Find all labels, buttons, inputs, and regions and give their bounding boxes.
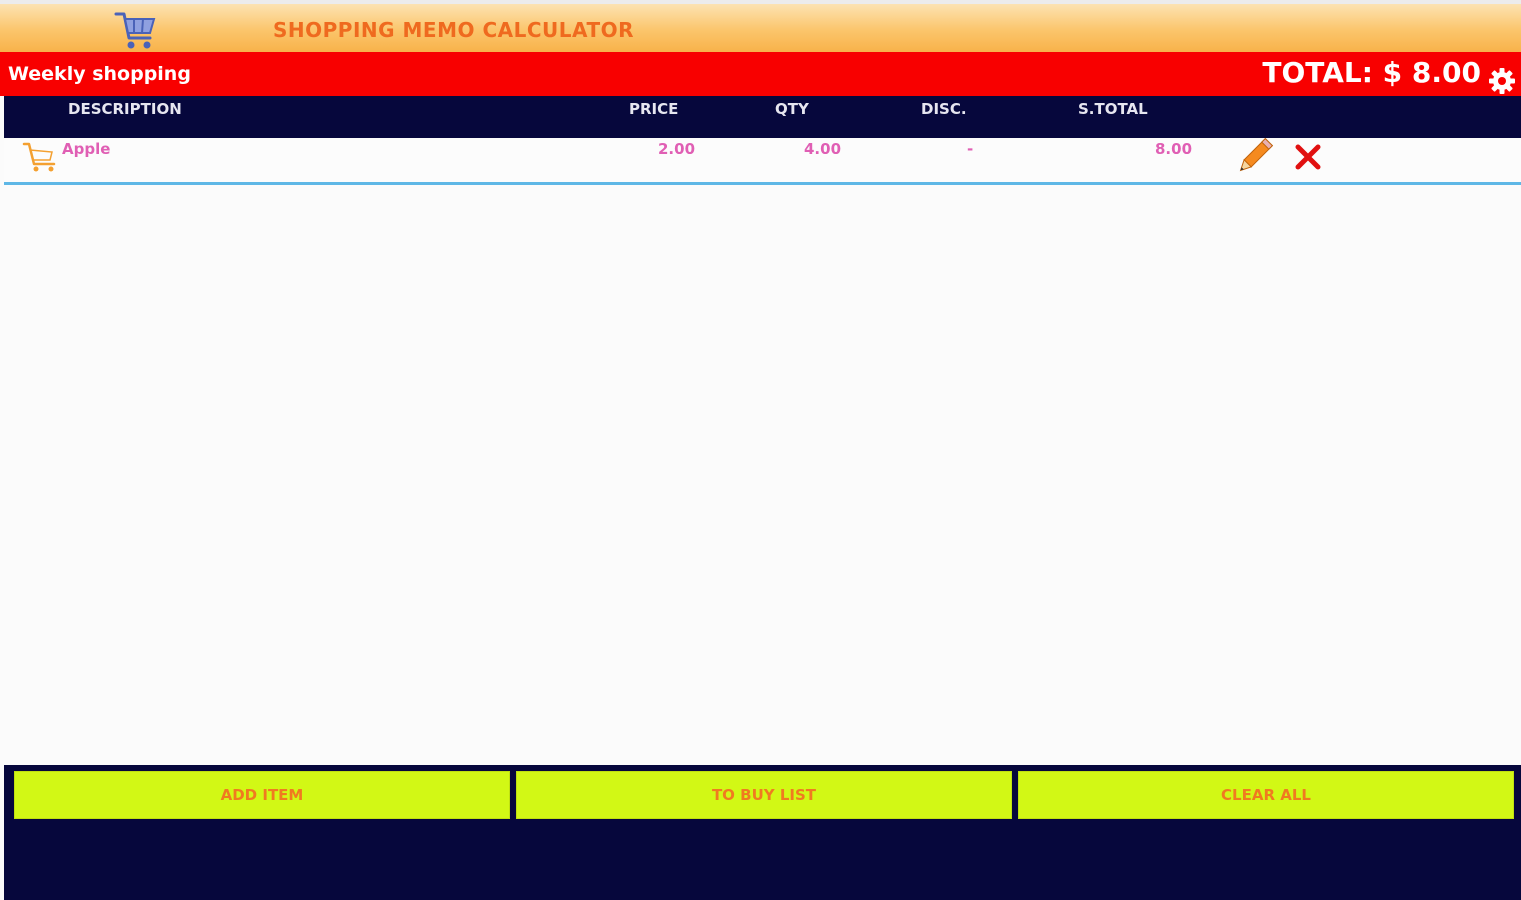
item-disc: - [967, 140, 974, 158]
shopping-cart-icon [114, 12, 156, 49]
total-amount: TOTAL: $ 8.00 [1262, 56, 1481, 89]
column-price: PRICE [629, 100, 679, 118]
column-qty: QTY [775, 100, 809, 118]
column-header-bar: DESCRIPTION PRICE QTY DISC. S.TOTAL [4, 96, 1521, 138]
cart-icon [22, 142, 56, 172]
column-subtotal: S.TOTAL [1078, 100, 1148, 118]
column-description: DESCRIPTION [68, 100, 182, 118]
column-disc: DISC. [921, 100, 967, 118]
item-subtotal: 8.00 [1155, 140, 1193, 158]
close-icon[interactable] [1292, 141, 1324, 173]
bottom-action-bar: ADD ITEM TO BUY LIST CLEAR ALL [4, 765, 1521, 900]
pencil-icon[interactable] [1234, 138, 1274, 176]
app-title: SHOPPING MEMO CALCULATOR [273, 18, 634, 42]
list-header: Weekly shopping TOTAL: $ 8.00 [0, 52, 1521, 96]
item-price: 2.00 [658, 140, 696, 158]
list-item[interactable]: Apple 2.00 4.00 - 8.00 [4, 138, 1521, 185]
add-item-button[interactable]: ADD ITEM [14, 771, 510, 819]
title-bar: SHOPPING MEMO CALCULATOR [0, 0, 1521, 52]
gear-icon[interactable] [1487, 66, 1517, 96]
item-qty: 4.00 [804, 140, 842, 158]
to-buy-list-button[interactable]: TO BUY LIST [516, 771, 1012, 819]
item-description: Apple [62, 140, 111, 158]
list-name: Weekly shopping [8, 63, 191, 85]
clear-all-button[interactable]: CLEAR ALL [1018, 771, 1514, 819]
app-window: SHOPPING MEMO CALCULATOR Weekly shopping… [0, 0, 1521, 900]
